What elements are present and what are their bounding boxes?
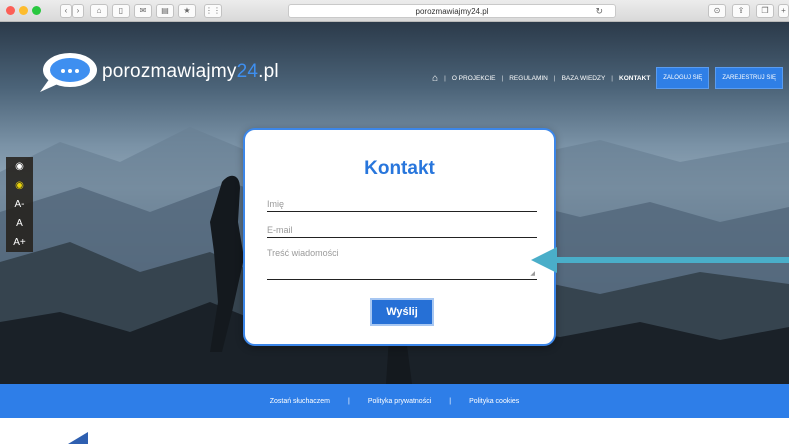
main-nav: ⌂ | O PROJEKCIE | REGULAMIN | BAZA WIEDZ… <box>432 67 783 89</box>
address-bar[interactable]: porozmawiajmy24.pl ↻ <box>288 4 616 18</box>
footer-separator: | <box>348 397 350 405</box>
nav-separator: | <box>501 74 504 82</box>
high-contrast-eye-icon[interactable]: ◉ <box>6 176 33 195</box>
register-button[interactable]: ZAREJESTRUJ SIĘ <box>715 67 783 89</box>
submit-button[interactable]: Wyślij <box>370 298 434 326</box>
logo-text: porozmawiajmy24.pl <box>102 61 279 83</box>
name-placeholder: Imię <box>267 199 285 209</box>
message-placeholder: Treść wiadomości <box>267 248 339 258</box>
tabs-icon[interactable]: ❐ <box>756 4 774 18</box>
bookmark-icon[interactable]: ★ <box>178 4 196 18</box>
nav-item-baza-wiedzy[interactable]: BAZA WIEDZY <box>562 75 606 82</box>
footer-bar: Zostań słuchaczem | Polityka prywatności… <box>0 384 789 418</box>
email-placeholder: E-mail <box>267 225 293 235</box>
home-icon[interactable]: ⌂ <box>90 4 108 18</box>
nav-item-kontakt[interactable]: KONTAKT <box>619 75 650 82</box>
footer-separator: | <box>449 397 452 405</box>
grid-icon[interactable]: ⋮⋮ <box>204 4 222 18</box>
new-tab-icon[interactable]: + <box>778 4 789 18</box>
name-field[interactable]: Imię <box>267 196 537 212</box>
bottom-logo-icon <box>68 432 88 444</box>
login-button[interactable]: ZALOGUJ SIĘ <box>656 67 710 89</box>
share-icon[interactable]: ⇪ <box>732 4 750 18</box>
email-field[interactable]: E-mail <box>267 222 537 238</box>
font-increase-button[interactable]: A+ <box>6 233 33 252</box>
logo-suffix-text: .pl <box>258 61 279 82</box>
forward-icon[interactable]: › <box>72 4 84 18</box>
browser-toolbar: ‹ › ⌂ ▯ ✉ ▤ ★ ⋮⋮ porozmawiajmy24.pl ↻ ⊙ … <box>0 0 789 22</box>
close-window-button[interactable] <box>6 6 15 15</box>
reload-icon[interactable]: ↻ <box>595 6 603 17</box>
home-icon[interactable]: ⌂ <box>432 73 438 84</box>
logo-main-text: porozmawiajmy <box>102 61 237 82</box>
chat-bubble-icon <box>36 52 98 92</box>
back-icon[interactable]: ‹ <box>60 4 72 18</box>
download-icon[interactable]: ⊙ <box>708 4 726 18</box>
nav-separator: | <box>611 74 613 82</box>
contact-form-card: Kontakt Imię E-mail Treść wiadomości ◢ W… <box>243 128 556 346</box>
footer-link-listener[interactable]: Zostań słuchaczem <box>270 398 330 405</box>
footer-link-cookies[interactable]: Polityka cookies <box>469 398 519 405</box>
pointer-arrow-icon <box>531 247 789 273</box>
site-logo[interactable]: porozmawiajmy24.pl <box>36 52 279 92</box>
nav-item-regulamin[interactable]: REGULAMIN <box>509 75 548 82</box>
window-controls <box>6 6 41 15</box>
message-textarea[interactable]: Treść wiadomości ◢ <box>267 248 537 280</box>
nav-separator: | <box>553 74 556 82</box>
logo-accent-text: 24 <box>236 61 259 82</box>
eye-icon[interactable]: ◉ <box>6 157 33 176</box>
nav-separator: | <box>444 74 446 82</box>
zoom-window-button[interactable] <box>32 6 41 15</box>
sidebar-icon[interactable]: ▯ <box>112 4 130 18</box>
accessibility-toolbar: ◉ ◉ A- A A+ <box>6 157 33 252</box>
hero-section: porozmawiajmy24.pl ⌂ | O PROJEKCIE | REG… <box>0 22 789 384</box>
print-icon[interactable]: ▤ <box>156 4 174 18</box>
contact-title: Kontakt <box>364 158 435 179</box>
url-text: porozmawiajmy24.pl <box>415 6 489 16</box>
minimize-window-button[interactable] <box>19 6 28 15</box>
nav-item-o-projekcie[interactable]: O PROJEKCIE <box>452 75 496 82</box>
font-decrease-button[interactable]: A- <box>6 195 33 214</box>
footer-link-privacy[interactable]: Polityka prywatności <box>368 398 431 405</box>
font-normal-button[interactable]: A <box>6 214 33 233</box>
mail-icon[interactable]: ✉ <box>134 4 152 18</box>
